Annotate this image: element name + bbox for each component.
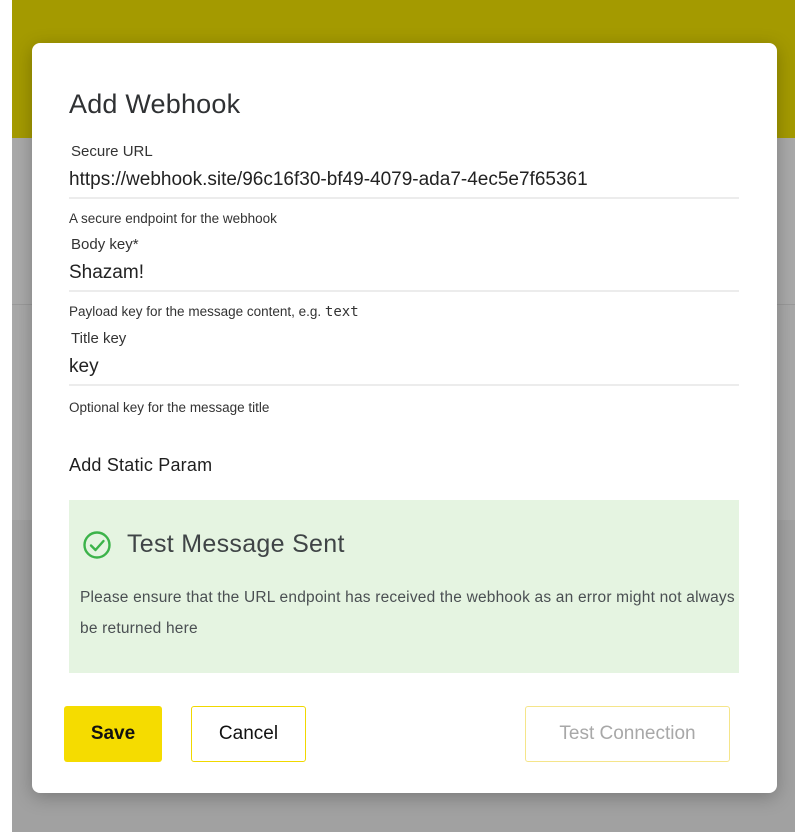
test-connection-button[interactable]: Test Connection — [525, 706, 730, 762]
title-key-label: Title key — [71, 330, 127, 347]
alert-message: Please ensure that the URL endpoint has … — [80, 589, 735, 637]
secure-url-input[interactable] — [69, 163, 739, 199]
secure-url-help: A secure endpoint for the webhook — [69, 211, 277, 226]
body-key-help-code: text — [324, 304, 359, 320]
title-key-input[interactable] — [69, 350, 739, 386]
background-left-strip — [0, 0, 12, 832]
body-key-help: Payload key for the message content, e.g… — [69, 304, 359, 320]
check-circle-icon — [83, 531, 111, 559]
body-key-label: Body key* — [71, 236, 139, 253]
body-key-help-text: Payload key for the message content, e.g… — [69, 304, 322, 319]
add-static-param-link[interactable]: Add Static Param — [69, 455, 212, 476]
body-key-input[interactable] — [69, 256, 739, 292]
add-webhook-modal: Add Webhook Secure URL A secure endpoint… — [32, 43, 777, 793]
title-key-help: Optional key for the message title — [69, 400, 270, 415]
cancel-button[interactable]: Cancel — [191, 706, 306, 762]
alert-title: Test Message Sent — [127, 530, 345, 558]
secure-url-label: Secure URL — [71, 143, 153, 160]
save-button[interactable]: Save — [64, 706, 162, 762]
success-alert: Test Message Sent Please ensure that the… — [69, 500, 739, 673]
modal-title: Add Webhook — [69, 89, 241, 119]
